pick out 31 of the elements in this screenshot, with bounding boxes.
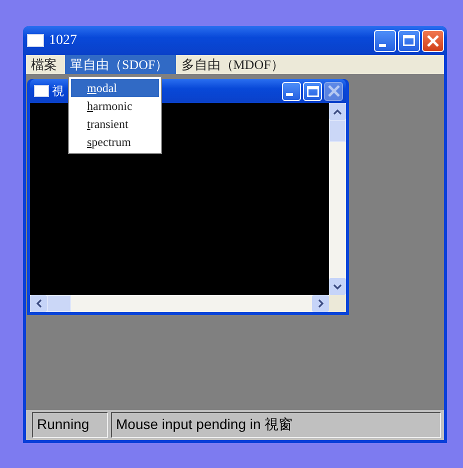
window-title: 1027 <box>49 32 77 48</box>
scroll-down-icon[interactable] <box>329 278 346 295</box>
status-text: Running <box>32 412 108 438</box>
minimize-button[interactable] <box>282 82 301 100</box>
maximize-button[interactable] <box>303 82 322 100</box>
minimize-icon <box>379 44 386 46</box>
menu-option[interactable]: transient <box>71 115 159 133</box>
scroll-left-icon[interactable] <box>30 295 47 312</box>
scroll-right-icon[interactable] <box>312 295 329 312</box>
menu-option[interactable]: spectrum <box>71 133 159 151</box>
close-icon <box>427 34 439 46</box>
vertical-scrollbar[interactable] <box>329 103 346 295</box>
maximize-icon <box>403 35 415 46</box>
menu-item[interactable]: 多自由（MDOF） <box>176 55 292 74</box>
maximize-button[interactable] <box>398 30 420 52</box>
menu-option[interactable]: modal <box>71 79 159 97</box>
scroll-thumb[interactable] <box>47 295 71 312</box>
scroll-thumb[interactable] <box>329 120 346 142</box>
menu-item[interactable]: 單自由（SDOF） <box>65 55 176 74</box>
window-title: 視 <box>52 82 64 100</box>
minimize-button[interactable] <box>374 30 396 52</box>
maximize-icon <box>306 86 318 96</box>
menu-option[interactable]: harmonic <box>71 97 159 115</box>
close-icon <box>328 85 340 97</box>
minimize-icon <box>286 93 293 96</box>
scroll-up-icon[interactable] <box>329 103 346 120</box>
window-icon <box>27 34 44 47</box>
horizontal-scrollbar[interactable] <box>30 295 329 312</box>
menu-item[interactable]: 檔案 <box>26 55 65 74</box>
status-text: Mouse input pending in 視窗 <box>111 412 441 438</box>
window-icon <box>34 85 49 97</box>
